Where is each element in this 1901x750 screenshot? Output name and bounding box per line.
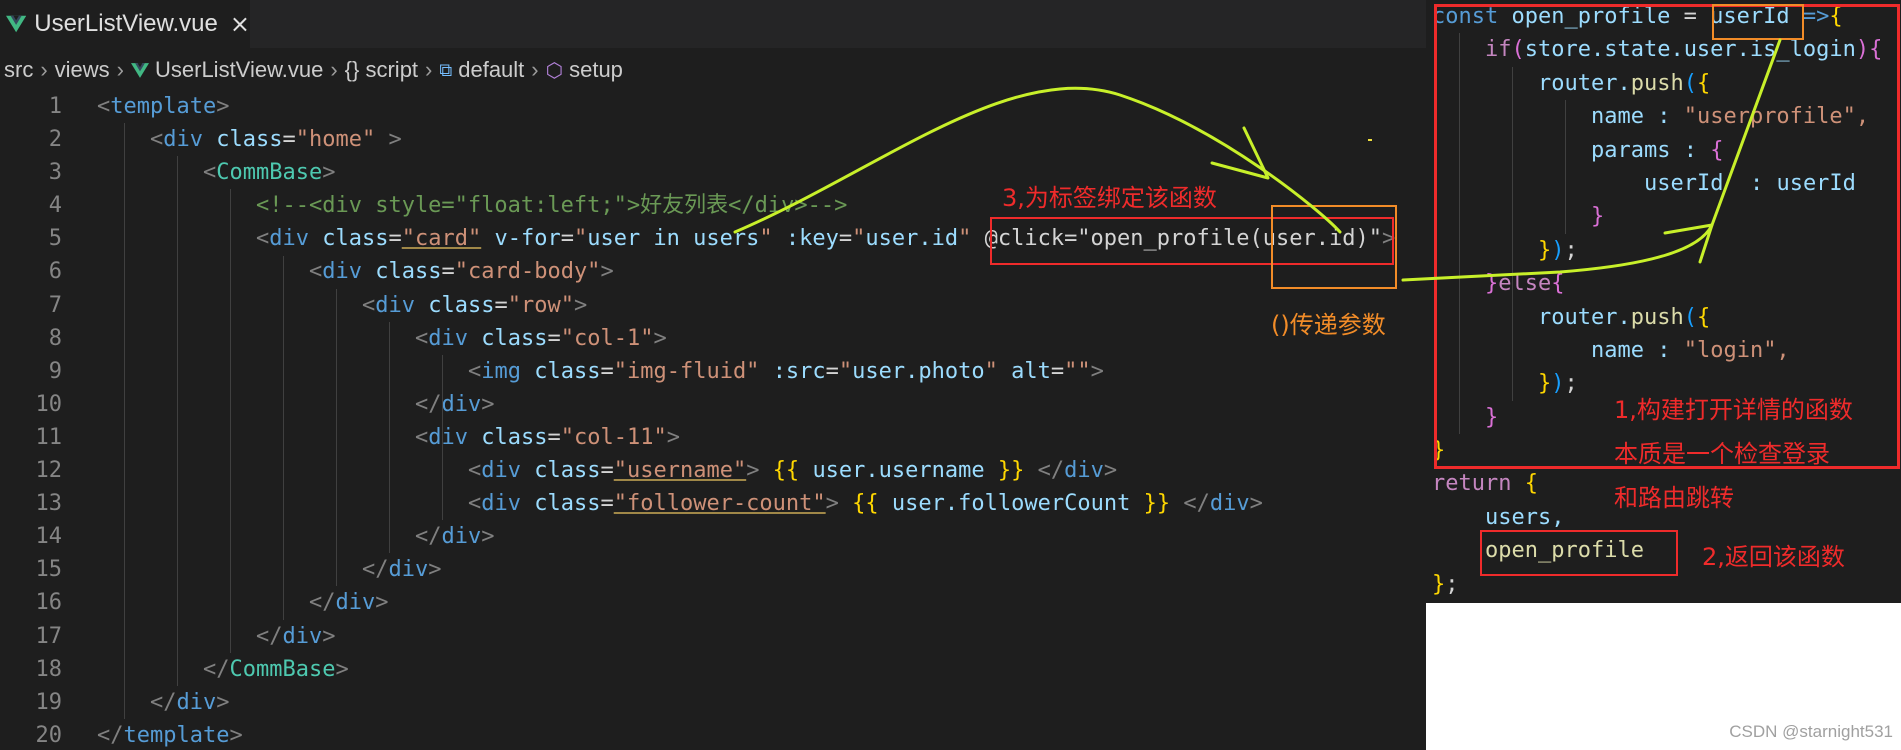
arrow-line	[1401, 38, 1782, 282]
annotation-arrows	[733, 38, 1782, 282]
watermark: CSDN @starnight531	[1729, 722, 1893, 741]
arrow-head	[1663, 223, 1714, 264]
arrow-curve	[733, 86, 1342, 234]
